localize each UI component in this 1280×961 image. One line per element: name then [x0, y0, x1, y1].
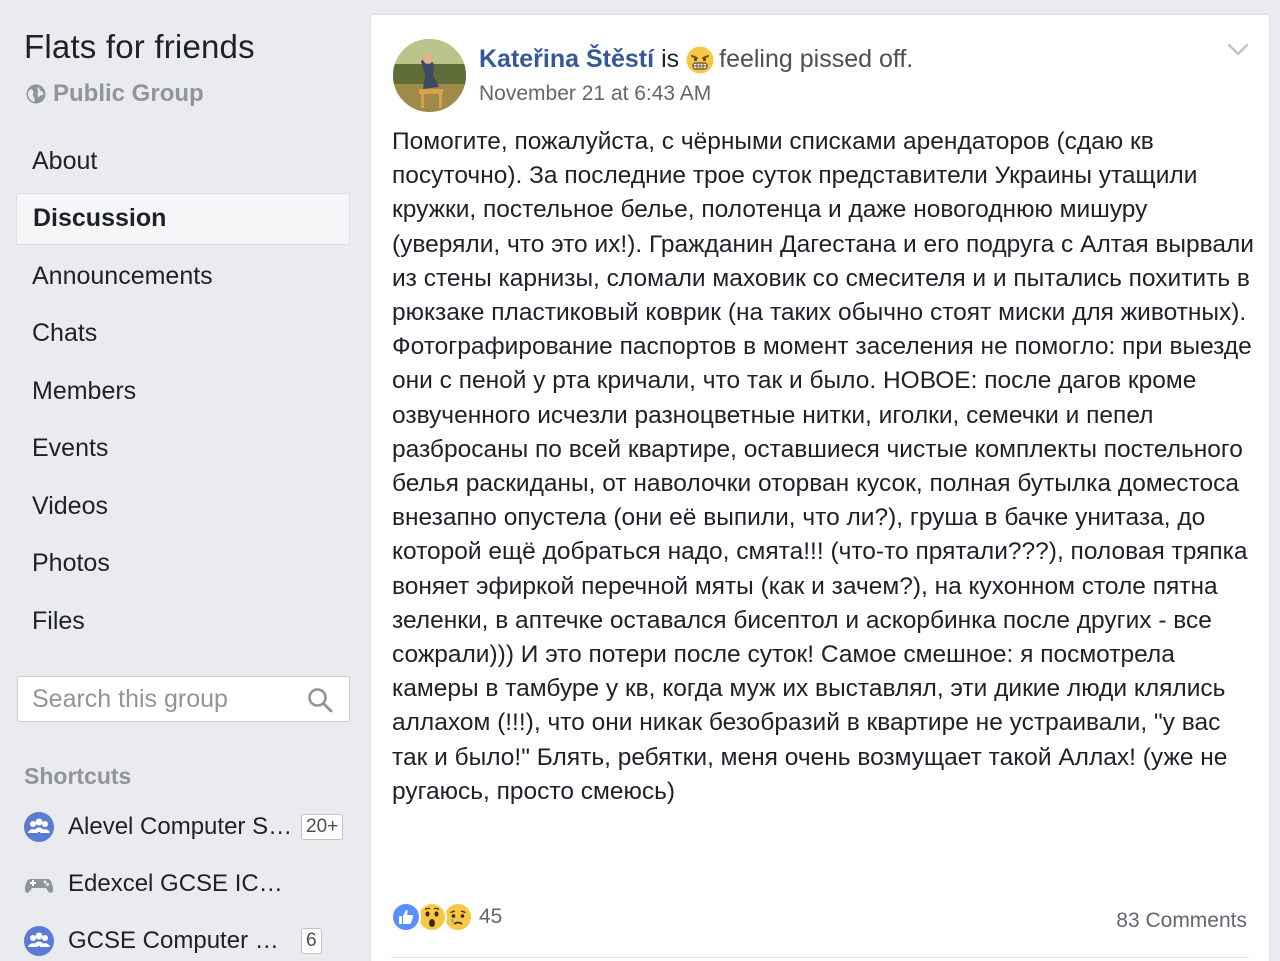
shortcut-item[interactable]: Edexcel GCSE ICT 2010 [24, 864, 344, 904]
avatar[interactable] [393, 39, 466, 112]
nav-files[interactable]: Files [16, 595, 350, 647]
nav-members[interactable]: Members [16, 365, 350, 417]
angry-emoji-icon [686, 46, 714, 73]
search-icon[interactable] [307, 687, 333, 713]
nav-discussion[interactable]: Discussion [16, 192, 350, 245]
post-body: Помогите, пожалуйста, с чёрными списками… [392, 128, 1261, 805]
search-input[interactable] [32, 684, 292, 714]
comments-count-link[interactable]: 83 Comments [1116, 909, 1247, 933]
nav-announcements[interactable]: Announcements [16, 250, 350, 302]
author-name[interactable]: Kateřina Štěstí [479, 45, 654, 74]
notification-badge: 20+ [301, 814, 344, 840]
shortcut-label: Edexcel GCSE ICT 2010 [68, 870, 293, 897]
group-icon [24, 926, 54, 956]
post-card: Kateřina Štěstí is feeling pissed off. N… [370, 14, 1270, 961]
feeling-text: feeling pissed off. [719, 45, 914, 73]
nav-events[interactable]: Events [16, 423, 350, 475]
wow-icon [417, 902, 447, 932]
group-type-label: Public Group [53, 80, 204, 107]
like-icon [391, 902, 421, 932]
post-divider [391, 957, 1249, 958]
shortcut-label: GCSE Computer Science [68, 927, 293, 954]
shortcut-item[interactable]: Alevel Computer Science 20+ [24, 807, 344, 847]
is-word: is [661, 45, 680, 73]
group-name[interactable]: Flats for friends [24, 28, 255, 66]
group-nav: About Discussion Announcements Chats Mem… [16, 135, 350, 653]
nav-videos[interactable]: Videos [16, 480, 350, 532]
post-timestamp[interactable]: November 21 at 6:43 AM [479, 82, 711, 106]
globe-icon [26, 84, 46, 104]
game-controller-icon [25, 879, 53, 893]
reaction-count: 45 [479, 905, 503, 928]
nav-photos[interactable]: Photos [16, 538, 350, 590]
group-sidebar: Flats for friends Public Group About Dis… [0, 0, 365, 961]
shortcuts-heading: Shortcuts [24, 763, 132, 789]
group-icon [24, 812, 54, 842]
notification-badge: 6 [301, 928, 322, 954]
reaction-summary[interactable]: 45 [391, 902, 502, 932]
post-header: Kateřina Štěstí is feeling pissed off. [479, 45, 913, 74]
group-search [17, 676, 350, 722]
group-privacy: Public Group [26, 80, 204, 108]
chevron-down-icon[interactable] [1227, 43, 1249, 57]
shortcut-item[interactable]: GCSE Computer Science 6 [24, 921, 344, 961]
sad-icon [443, 902, 473, 932]
shortcut-label: Alevel Computer Science [68, 813, 293, 840]
nav-about[interactable]: About [16, 135, 350, 187]
nav-chats[interactable]: Chats [16, 308, 350, 360]
